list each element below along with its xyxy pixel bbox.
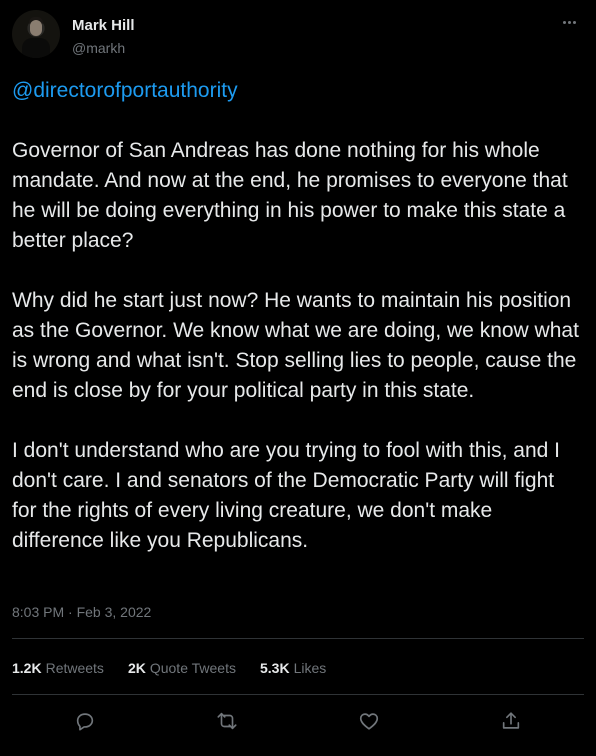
tweet-timestamp[interactable]: 8:03 PM · Feb 3, 2022 bbox=[12, 604, 151, 620]
more-horizontal-icon[interactable] bbox=[556, 12, 582, 32]
quote-tweets-count: 2K bbox=[127, 660, 146, 676]
engagement-stats: 1.2K Retweets 2K Quote Tweets 5.3K Likes bbox=[12, 660, 326, 676]
tweet-detail: Mark Hill @markh @directorofportauthorit… bbox=[0, 0, 596, 756]
share-icon bbox=[502, 712, 520, 729]
retweet-button[interactable] bbox=[210, 704, 244, 738]
divider bbox=[12, 638, 584, 639]
reply-icon bbox=[76, 713, 94, 731]
tweet-paragraph: Why did he start just now? He wants to m… bbox=[12, 289, 579, 402]
tweet-header: Mark Hill @markh bbox=[12, 10, 584, 62]
quote-tweets-stat[interactable]: 2K Quote Tweets bbox=[128, 660, 236, 676]
retweets-stat[interactable]: 1.2K Retweets bbox=[12, 660, 104, 676]
quote-tweets-label: Quote Tweets bbox=[149, 660, 236, 676]
tweet-paragraph: I don't understand who are you trying to… bbox=[12, 439, 560, 552]
tweet-paragraph: Governor of San Andreas has done nothing… bbox=[12, 139, 568, 252]
avatar[interactable] bbox=[12, 10, 60, 58]
mention-link[interactable]: @directorofportauthority bbox=[12, 79, 238, 102]
likes-count: 5.3K bbox=[259, 660, 290, 676]
tweet-text: @directorofportauthority Governor of San… bbox=[12, 76, 584, 556]
reply-button[interactable] bbox=[68, 704, 102, 738]
share-button[interactable] bbox=[494, 704, 528, 738]
likes-stat[interactable]: 5.3K Likes bbox=[260, 660, 326, 676]
like-button[interactable] bbox=[352, 704, 386, 738]
heart-icon bbox=[359, 713, 379, 730]
author-name[interactable]: Mark Hill bbox=[72, 17, 135, 34]
action-bar bbox=[0, 704, 596, 738]
divider bbox=[12, 694, 584, 695]
author-handle[interactable]: @markh bbox=[72, 40, 125, 56]
likes-label: Likes bbox=[293, 660, 327, 676]
retweet-icon bbox=[217, 712, 237, 730]
retweets-label: Retweets bbox=[45, 660, 104, 676]
retweets-count: 1.2K bbox=[12, 660, 42, 676]
